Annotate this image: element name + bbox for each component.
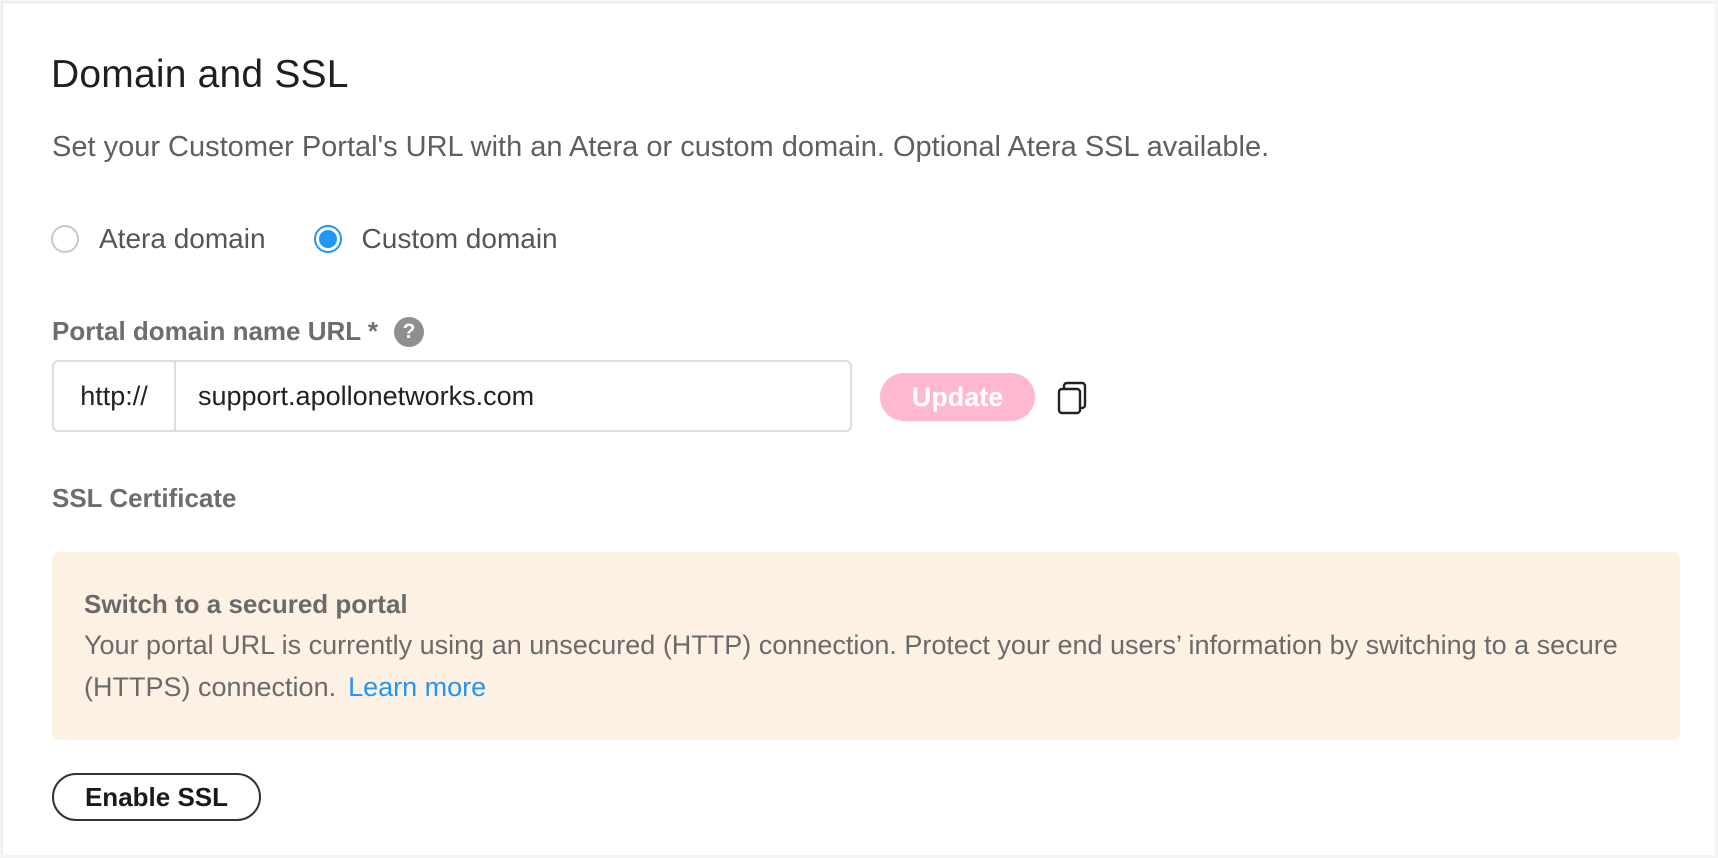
domain-ssl-card: Domain and SSL Set your Customer Portal'…	[2, 2, 1715, 855]
radio-selected-dot	[318, 230, 337, 248]
portal-url-input[interactable]	[176, 362, 850, 430]
radio-option-atera-domain[interactable]: Atera domain	[51, 223, 266, 255]
portal-url-input-group: http://	[52, 360, 852, 432]
section-title: Domain and SSL	[51, 53, 349, 96]
radio-label-custom-domain: Custom domain	[361, 223, 558, 254]
section-subtitle: Set your Customer Portal's URL with an A…	[52, 131, 1270, 163]
radio-atera-domain[interactable]	[51, 225, 79, 253]
update-button[interactable]: Update	[880, 373, 1035, 421]
radio-custom-domain[interactable]	[313, 225, 342, 253]
notice-body-text: Your portal URL is currently using an un…	[84, 630, 1618, 702]
url-protocol-prefix: http://	[54, 362, 176, 430]
ssl-certificate-label: SSL Certificate	[52, 483, 237, 513]
notice-body: Your portal URL is currently using an un…	[84, 624, 1648, 708]
notice-title: Switch to a secured portal	[84, 589, 408, 619]
help-icon[interactable]: ?	[394, 316, 425, 347]
portal-url-label: Portal domain name URL *	[52, 316, 379, 346]
enable-ssl-button[interactable]: Enable SSL	[52, 773, 261, 821]
ssl-warning-notice: Switch to a secured portal Your portal U…	[52, 552, 1680, 740]
learn-more-link[interactable]: Learn more	[348, 672, 486, 702]
portal-url-label-row: Portal domain name URL * ?	[52, 316, 425, 347]
domain-type-radio-group: Atera domain Custom domain	[51, 223, 606, 255]
radio-label-atera-domain: Atera domain	[99, 223, 266, 254]
copy-icon[interactable]	[1057, 381, 1089, 415]
radio-option-custom-domain[interactable]: Custom domain	[313, 223, 558, 255]
